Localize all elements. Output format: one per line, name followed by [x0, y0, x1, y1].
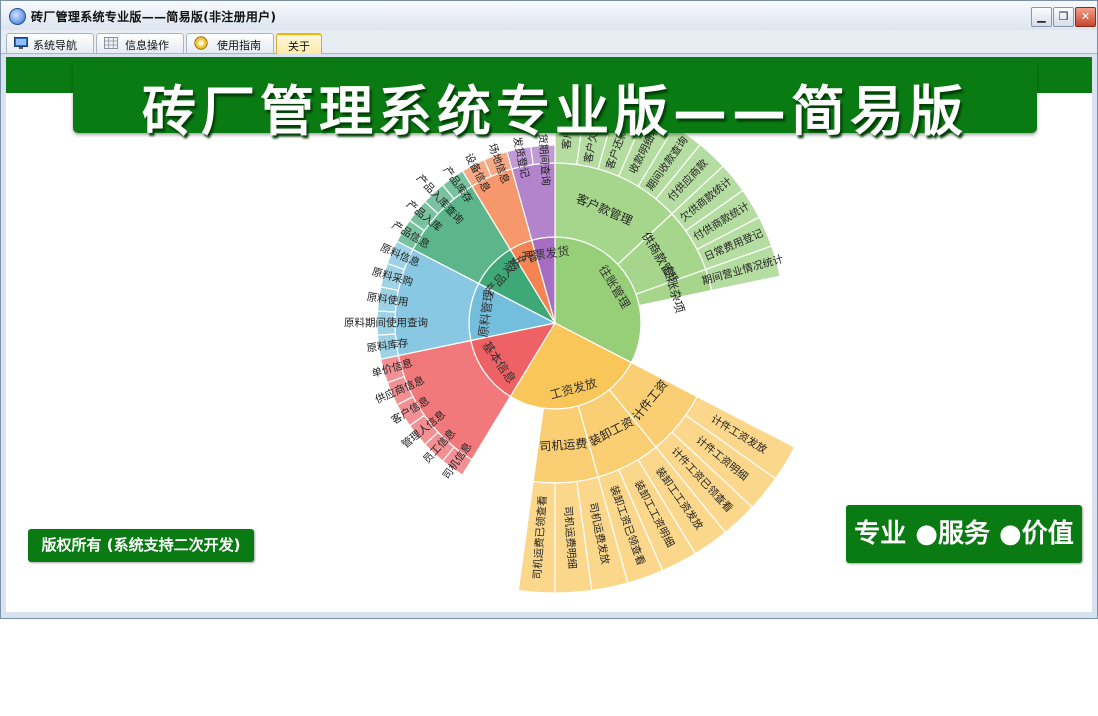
title-banner: 砖厂管理系统专业版——简易版: [73, 63, 1037, 143]
tab-label: 信息操作: [125, 39, 169, 52]
maximize-button[interactable]: ❐: [1053, 7, 1074, 27]
restore-icon: ❐: [1058, 10, 1069, 23]
tab-label: 系统导航: [33, 39, 77, 52]
tab-info-ops[interactable]: 信息操作: [96, 33, 184, 53]
minimize-icon: ▁: [1037, 10, 1046, 23]
app-logo-icon: [9, 8, 26, 25]
close-button[interactable]: ✕: [1075, 7, 1096, 27]
tab-label: 使用指南: [217, 39, 261, 52]
grid-icon: [104, 37, 118, 49]
tab-label: 关于: [288, 40, 310, 53]
help-icon: [194, 36, 208, 50]
monitor-icon: [14, 37, 28, 49]
app-window: 砖厂管理系统专业版——简易版(非注册用户) ▁ ❐ ✕ 系统导航 信息操作 使用…: [0, 0, 1098, 619]
sunburst-leaf-label: 原料期间使用查询: [344, 316, 428, 329]
tab-user-guide[interactable]: 使用指南: [186, 33, 274, 53]
slogan-badge: 专业 ●服务 ●价值: [846, 505, 1082, 563]
title-bar: 砖厂管理系统专业版——简易版(非注册用户) ▁ ❐ ✕: [1, 1, 1097, 31]
copyright-badge: 版权所有 (系统支持二次开发): [28, 529, 254, 562]
tab-about[interactable]: 关于: [276, 33, 322, 54]
tab-bar: 系统导航 信息操作 使用指南 关于: [1, 30, 1097, 54]
minimize-button[interactable]: ▁: [1031, 7, 1052, 27]
about-panel: 往账管理客户款管理客户欠款客户欠款统计客户还款登记收款明细表期间收款查询付供应商…: [6, 57, 1092, 612]
tab-system-nav[interactable]: 系统导航: [6, 33, 94, 53]
close-icon: ✕: [1080, 10, 1091, 23]
window-title: 砖厂管理系统专业版——简易版(非注册用户): [31, 10, 277, 24]
banner-title: 砖厂管理系统专业版——简易版: [142, 80, 968, 143]
